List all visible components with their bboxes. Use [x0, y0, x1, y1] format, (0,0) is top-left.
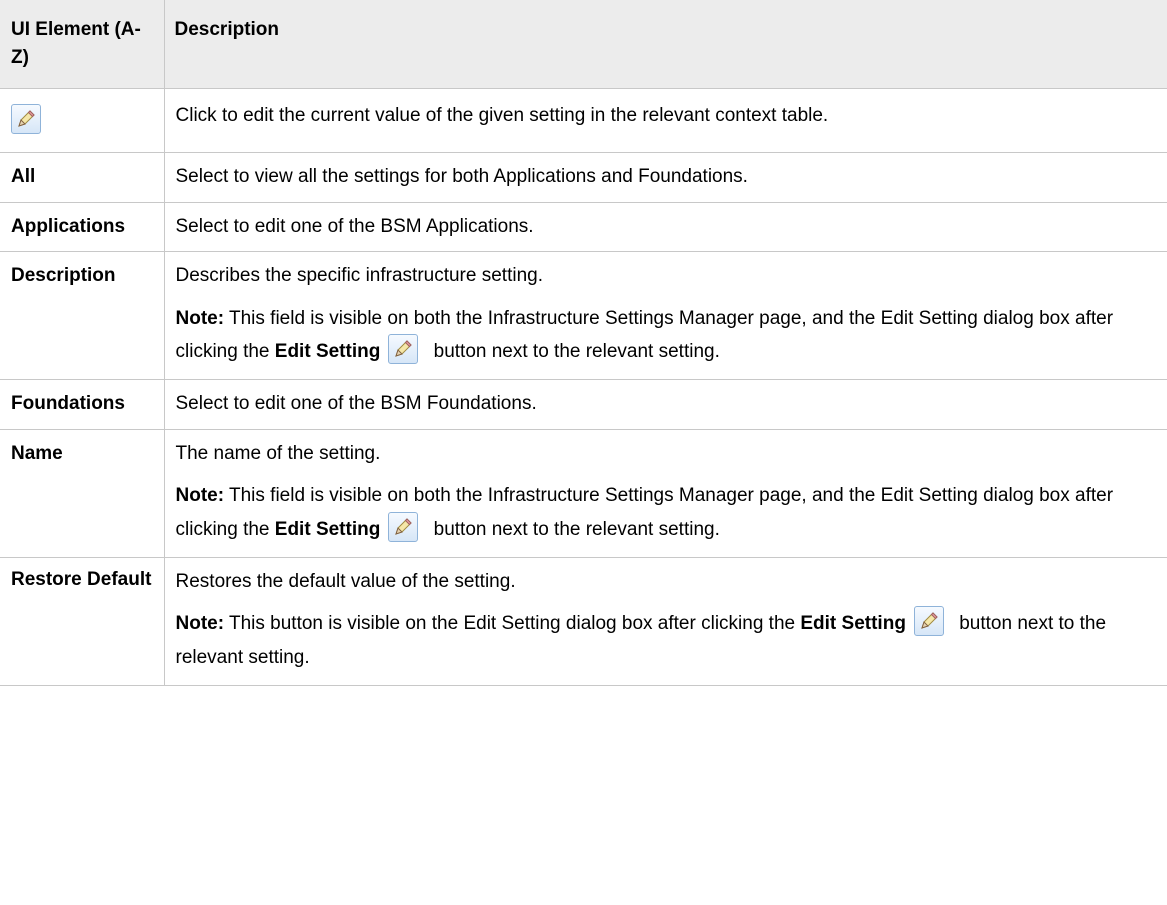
row-name-name: Name [0, 428, 165, 558]
description-text: Describes the specific infrastructure se… [175, 265, 544, 287]
row-edit-description: Click to edit the current value of the g… [163, 88, 1167, 154]
table-row: All Select to view all the settings for … [0, 152, 1167, 203]
note-label: Note: [175, 485, 225, 507]
edit-setting-label: Edit Setting [274, 340, 381, 362]
pencil-edit-icon [11, 104, 41, 135]
table-row: Restore Default Restores the default val… [0, 556, 1167, 686]
table-row: Click to edit the current value of the g… [0, 88, 1167, 154]
table-row: Name The name of the setting. Note: This… [0, 428, 1167, 558]
restore-note: Note: This button is visible on the Edit… [175, 606, 1158, 674]
row-description-foundations: Select to edit one of the BSM Foundation… [163, 379, 1167, 430]
note-text-end: button next to the relevant setting. [428, 518, 720, 540]
table-row: Applications Select to edit one of the B… [0, 201, 1167, 253]
row-description-restore-default: Restores the default value of the settin… [163, 556, 1167, 686]
table-row: Description Describes the specific infra… [0, 251, 1167, 381]
table-row: Foundations Select to edit one of the BS… [0, 379, 1167, 430]
header-description: Description [163, 0, 1167, 90]
header-ui-element: UI Element (A-Z) [0, 0, 165, 90]
row-edit-icon-cell [0, 88, 165, 154]
name-note: Note: This field is visible on both the … [176, 479, 1158, 546]
pencil-edit-icon [388, 333, 419, 364]
row-name-foundations: Foundations [0, 379, 165, 430]
edit-setting-label: Edit Setting [274, 518, 381, 540]
note-label: Note: [175, 307, 225, 329]
ui-elements-table: UI Element (A-Z) Description Click to ed… [0, 0, 1167, 686]
table-header-row: UI Element (A-Z) Description [0, 0, 1167, 90]
row-name-applications: Applications [0, 201, 165, 253]
row-description-all: Select to view all the settings for both… [163, 152, 1167, 203]
pencil-edit-icon [388, 511, 419, 542]
row-name-restore-default: Restore Default [0, 556, 165, 686]
pencil-edit-icon [913, 606, 944, 637]
edit-setting-label: Edit Setting [800, 613, 906, 635]
row-name-description: Description [0, 251, 165, 381]
name-text: The name of the setting. [175, 442, 381, 464]
restore-text: Restores the default value of the settin… [175, 570, 516, 592]
row-description-name: The name of the setting. Note: This fiel… [163, 428, 1167, 558]
note-text: This button is visible on the Edit Setti… [224, 613, 801, 635]
row-description-description: Describes the specific infrastructure se… [163, 251, 1167, 381]
description-note: Note: This field is visible on both the … [176, 302, 1158, 369]
row-description-applications: Select to edit one of the BSM Applicatio… [163, 201, 1167, 253]
note-text-end: button next to the relevant setting. [428, 340, 720, 362]
note-label: Note: [175, 613, 225, 635]
row-name-all: All [0, 152, 165, 203]
